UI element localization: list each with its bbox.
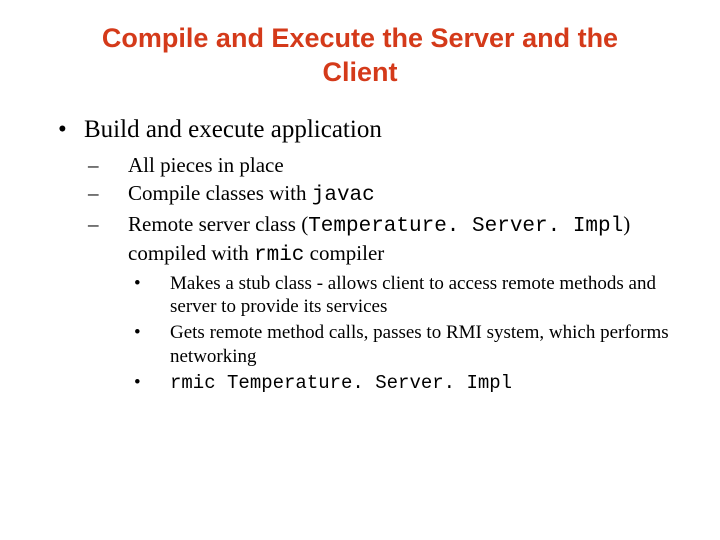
lvl2-text-pre: Remote server class ( (128, 212, 308, 236)
dash-icon: – (108, 152, 128, 178)
code-text: rmic Temperature. Server. Impl (170, 372, 512, 394)
code-text: rmic (254, 244, 304, 267)
slide: Compile and Execute the Server and the C… (0, 0, 720, 540)
bullet-icon: • (152, 371, 170, 395)
lvl2-text-pre: Compile classes with (128, 181, 312, 205)
lvl2-text-post: compiler (304, 241, 384, 265)
list-item: •rmic Temperature. Server. Impl (152, 371, 680, 396)
list-item: •Makes a stub class - allows client to a… (152, 272, 680, 320)
bullet-icon: • (58, 116, 84, 144)
dash-icon: – (108, 211, 128, 237)
slide-title: Compile and Execute the Server and the C… (70, 22, 650, 90)
bullet-icon: • (152, 272, 170, 296)
code-text: Temperature. Server. Impl (308, 215, 623, 238)
lvl3-text: Makes a stub class - allows client to ac… (170, 273, 656, 318)
lvl1-text: Build and execute application (84, 116, 382, 143)
list-item: –Compile classes with javac (108, 180, 680, 209)
list-item: –Remote server class (Temperature. Serve… (108, 211, 680, 270)
list-item: –All pieces in place (108, 152, 680, 178)
lvl3-text: Gets remote method calls, passes to RMI … (170, 322, 669, 367)
lvl2-text: All pieces in place (128, 153, 284, 177)
bullet-icon: • (152, 321, 170, 345)
dash-icon: – (108, 180, 128, 206)
list-item: •Build and execute application (58, 116, 680, 144)
code-text: javac (312, 184, 375, 207)
list-item: •Gets remote method calls, passes to RMI… (152, 321, 680, 369)
